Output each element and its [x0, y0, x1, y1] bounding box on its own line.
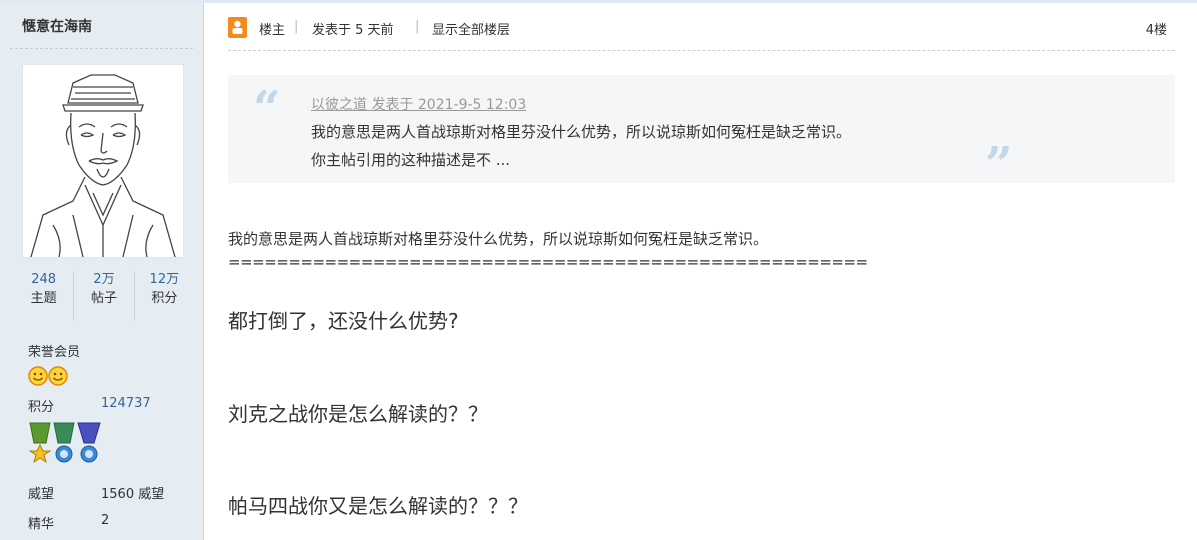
panel-divider: [10, 48, 193, 49]
info-value: 2: [101, 513, 110, 528]
info-label: 威望: [28, 487, 55, 502]
medal-icons: [28, 421, 104, 471]
post-divider-text: ========================================…: [228, 253, 868, 271]
close-quote-icon: ”: [985, 137, 1013, 193]
stat-threads[interactable]: 248 主题: [14, 271, 75, 321]
avatar-portrait-icon: [23, 65, 183, 258]
stat-points[interactable]: 12万 积分: [135, 271, 194, 321]
stat-value: 12万: [149, 272, 180, 287]
post-text: 帕马四战你又是怎么解读的？？？: [228, 494, 528, 518]
floor-number[interactable]: 4楼: [1146, 19, 1167, 38]
user-stats: 248 主题 2万 帖子 12万 积分: [14, 271, 194, 321]
user-group[interactable]: 荣誉会员: [28, 341, 80, 360]
stat-label: 主题: [30, 291, 57, 306]
post-time: 发表于 5 天前: [312, 23, 394, 38]
quote-line: 我的意思是两人首战琼斯对格里芬没什么优势，所以说琼斯如何冤枉是缺乏常识。: [311, 123, 852, 141]
medals-icon[interactable]: [28, 421, 104, 467]
info-row-prestige: 威望 1560 威望: [28, 483, 164, 502]
thread-owner-icon: [228, 17, 247, 38]
user-panel: 惬意在海南 248 主题 2万 帖子 12万 积分 荣誉会员 积分 124737…: [0, 3, 204, 540]
info-label: 积分: [28, 400, 55, 415]
rank-icons: [28, 365, 70, 391]
forum-post-page: 惬意在海南 248 主题 2万 帖子 12万 积分 荣誉会员 积分 124737…: [0, 0, 1197, 540]
show-all-floors-link[interactable]: 显示全部楼层: [432, 19, 510, 38]
post-text: 都打倒了，还没什么优势?: [228, 309, 459, 333]
post-text: 刘克之战你是怎么解读的？？: [228, 402, 488, 426]
thread-owner-label: 楼主: [259, 23, 286, 38]
quote-block: “ 以彼之道 发表于 2021-9-5 12:03 我的意思是两人首战琼斯对格里…: [228, 75, 1175, 193]
stat-value: 2万: [93, 272, 115, 287]
username-link[interactable]: 惬意在海南: [22, 16, 92, 36]
post-text: 我的意思是两人首战琼斯对格里芬没什么优势，所以说琼斯如何冤枉是缺乏常识。: [228, 230, 769, 248]
divider-pipe: |: [415, 19, 420, 34]
smiley-rank-icon: [28, 366, 68, 386]
stat-label: 积分: [151, 291, 178, 306]
info-value: 1560 威望: [101, 487, 165, 502]
open-quote-icon: “: [253, 81, 281, 137]
stat-value: 248: [31, 272, 57, 287]
info-row-points: 积分 124737: [28, 396, 151, 415]
info-label: 精华: [28, 517, 55, 532]
post-header: 楼主 | 发表于 5 天前 | 显示全部楼层 4楼: [228, 16, 1175, 42]
quote-meta-link[interactable]: 以彼之道 发表于 2021-9-5 12:03: [311, 94, 526, 114]
divider-pipe: |: [294, 19, 299, 34]
header-divider: [228, 50, 1175, 51]
avatar[interactable]: [22, 64, 184, 258]
quote-line: 你主帖引用的这种描述是不 ...: [311, 151, 511, 169]
info-row-digest: 精华 2: [28, 513, 109, 532]
stat-label: 帖子: [90, 291, 117, 306]
info-value: 124737: [101, 396, 151, 411]
stat-posts[interactable]: 2万 帖子: [74, 271, 135, 321]
